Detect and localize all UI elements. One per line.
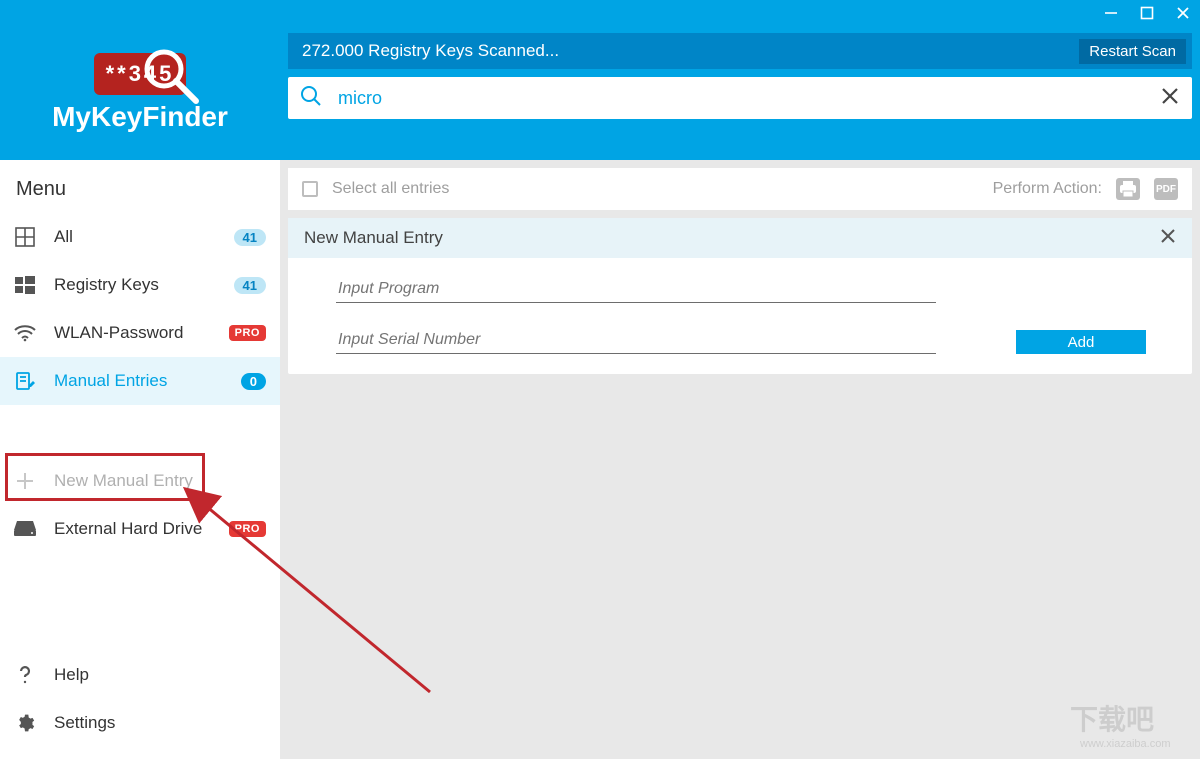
- sidebar-item-label: Manual Entries: [54, 371, 223, 391]
- sidebar-item-external-hd[interactable]: External Hard Drive PRO: [0, 505, 280, 553]
- select-all-checkbox[interactable]: [302, 181, 318, 197]
- print-icon[interactable]: [1116, 178, 1140, 200]
- scan-status-bar: 272.000 Registry Keys Scanned... Restart…: [288, 33, 1192, 69]
- sidebar-item-label: Registry Keys: [54, 275, 216, 295]
- pro-badge: PRO: [229, 325, 266, 341]
- count-badge: 0: [241, 373, 266, 390]
- pdf-icon[interactable]: PDF: [1154, 178, 1178, 200]
- minimize-button[interactable]: [1102, 4, 1120, 22]
- add-button[interactable]: Add: [1016, 330, 1146, 354]
- windows-icon: [14, 275, 36, 295]
- help-icon: [14, 665, 36, 685]
- sidebar-item-manual-entries[interactable]: Manual Entries 0: [0, 357, 280, 405]
- restart-scan-button[interactable]: Restart Scan: [1079, 39, 1186, 64]
- sidebar-item-registry[interactable]: Registry Keys 41: [0, 261, 280, 309]
- close-panel-icon[interactable]: [1160, 228, 1176, 249]
- count-badge: 41: [234, 229, 266, 246]
- serial-input[interactable]: [336, 327, 936, 354]
- program-input[interactable]: [336, 276, 936, 303]
- svg-text:www.xiazaiba.com: www.xiazaiba.com: [1079, 738, 1170, 750]
- search-input[interactable]: [338, 88, 1144, 109]
- content-area: Select all entries Perform Action: PDF N…: [280, 160, 1200, 759]
- pro-badge: PRO: [229, 521, 266, 537]
- sidebar-item-label: New Manual Entry: [54, 471, 266, 491]
- titlebar: [0, 0, 1200, 25]
- count-badge: 41: [234, 277, 266, 294]
- menu-heading: Menu: [0, 160, 280, 213]
- app-logo: **345: [94, 53, 186, 95]
- brand-area: **345 MyKeyFinder: [0, 25, 280, 160]
- svg-text:下载吧: 下载吧: [1070, 704, 1154, 735]
- clear-search-icon[interactable]: [1160, 86, 1180, 111]
- watermark: 下载吧 www.xiazaiba.com: [1050, 689, 1200, 759]
- sidebar-item-settings[interactable]: Settings: [0, 699, 280, 747]
- magnifier-icon: [142, 47, 204, 109]
- sidebar-item-label: WLAN-Password: [54, 323, 211, 343]
- gear-icon: [14, 713, 36, 733]
- search-icon: [300, 85, 322, 112]
- grid-icon: [14, 227, 36, 247]
- close-button[interactable]: [1174, 4, 1192, 22]
- harddrive-icon: [14, 521, 36, 537]
- sidebar-item-all[interactable]: All 41: [0, 213, 280, 261]
- wifi-icon: [14, 324, 36, 342]
- sidebar: Menu All 41 Registry Keys 41 WLAN-P: [0, 160, 280, 759]
- sidebar-item-label: Help: [54, 665, 266, 685]
- sidebar-item-label: All: [54, 227, 216, 247]
- select-all-label: Select all entries: [332, 180, 449, 198]
- sidebar-item-wlan[interactable]: WLAN-Password PRO: [0, 309, 280, 357]
- sidebar-item-label: Settings: [54, 713, 266, 733]
- manual-entry-panel: New Manual Entry Add: [288, 218, 1192, 374]
- panel-title: New Manual Entry: [304, 228, 443, 248]
- scan-status-text: 272.000 Registry Keys Scanned...: [302, 41, 559, 61]
- sidebar-item-new-manual-entry[interactable]: New Manual Entry: [0, 457, 280, 505]
- maximize-button[interactable]: [1138, 4, 1156, 22]
- plus-icon: [14, 471, 36, 491]
- sidebar-item-label: External Hard Drive: [54, 519, 211, 539]
- search-bar: [288, 77, 1192, 119]
- sidebar-item-help[interactable]: Help: [0, 651, 280, 699]
- manual-icon: [14, 371, 36, 391]
- entries-toolbar: Select all entries Perform Action: PDF: [288, 168, 1192, 210]
- perform-action-label: Perform Action:: [993, 180, 1102, 198]
